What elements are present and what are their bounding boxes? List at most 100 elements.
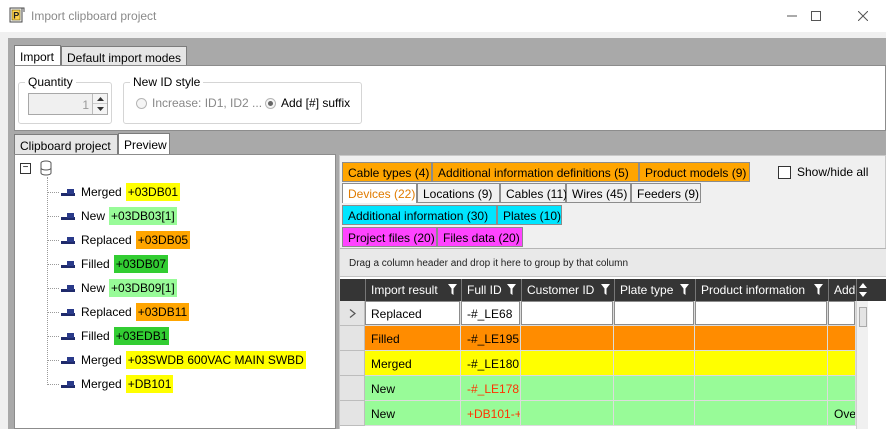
show-hide-all-checkbox[interactable]: Show/hide all xyxy=(778,165,868,179)
cell-plate-type[interactable] xyxy=(614,301,695,326)
radio-increase-id[interactable]: Increase: ID1, ID2 ... xyxy=(136,96,262,110)
category-tab[interactable]: Additional information definitions (5) xyxy=(432,162,639,182)
tab-clipboard-project-label: Clipboard project xyxy=(20,139,111,153)
quantity-stepper[interactable]: 1 xyxy=(28,93,108,115)
cell-product-information[interactable] xyxy=(695,401,828,426)
device-icon xyxy=(61,357,75,364)
header-full-id[interactable]: Full ID xyxy=(461,279,521,301)
filter-icon[interactable] xyxy=(680,284,689,295)
tree-item-id: +03DB09[1] xyxy=(109,279,177,297)
cell-customer-id[interactable] xyxy=(521,326,614,351)
device-tree[interactable]: − Merged +03DB01 New +03DB03[1] Replaced +03D… xyxy=(14,154,336,429)
cell-import-result[interactable]: Replaced xyxy=(365,301,461,326)
tree-item[interactable]: Filled +03EDB1 xyxy=(47,326,170,346)
tree-item[interactable]: Replaced +03DB05 xyxy=(47,230,191,250)
tree-item[interactable]: Filled +03DB07 xyxy=(47,254,169,274)
category-tab[interactable]: Locations (9) xyxy=(417,183,500,203)
tree-item[interactable]: Merged +03SWDB 600VAC MAIN SWBD xyxy=(47,350,306,370)
cell-additional[interactable] xyxy=(828,301,856,326)
cell-plate-type[interactable] xyxy=(614,401,695,426)
spin-up-button[interactable] xyxy=(93,94,107,104)
tab-clipboard-project[interactable]: Clipboard project xyxy=(14,134,118,154)
header-additional[interactable]: Add xyxy=(828,279,856,301)
spin-down-button[interactable] xyxy=(93,104,107,114)
row-selector[interactable] xyxy=(340,401,365,426)
collapse-toggle[interactable]: − xyxy=(20,163,31,174)
cell-customer-id[interactable] xyxy=(521,376,614,401)
maximize-button[interactable] xyxy=(793,0,839,32)
current-row-icon xyxy=(349,308,356,318)
tab-preview[interactable]: Preview xyxy=(118,133,170,154)
category-tab[interactable]: Cables (11) xyxy=(500,183,567,203)
header-sort-toggle[interactable] xyxy=(856,279,868,301)
tree-item-status: New xyxy=(81,209,106,223)
category-tab[interactable]: Wires (45) xyxy=(566,183,631,203)
tree-item[interactable]: New +03DB03[1] xyxy=(47,206,177,226)
cell-customer-id[interactable] xyxy=(521,401,614,426)
device-icon xyxy=(61,213,75,220)
cell-full-id-text: -#_LE178| xyxy=(467,382,521,396)
cell-customer-id[interactable] xyxy=(521,351,614,376)
tree-item-status: Filled xyxy=(81,257,110,271)
cell-plate-type[interactable] xyxy=(614,326,695,351)
cell-full-id[interactable]: -#_LE180 xyxy=(461,351,521,376)
cell-plate-type[interactable] xyxy=(614,351,695,376)
tree-item-id: +03DB05 xyxy=(135,231,191,249)
tree-item[interactable]: New +03DB09[1] xyxy=(47,278,177,298)
category-tab[interactable]: Project files (20) xyxy=(342,227,437,247)
cell-additional[interactable] xyxy=(828,376,856,401)
cell-customer-id[interactable] xyxy=(521,301,614,326)
tree-item[interactable]: Replaced +03DB11 xyxy=(47,302,190,322)
category-tab[interactable]: Plates (10) xyxy=(497,205,562,225)
devices-grid[interactable]: Drag a column header and drop it here to… xyxy=(340,248,886,429)
filter-icon[interactable] xyxy=(814,284,823,295)
cell-full-id[interactable]: -#_LE68 xyxy=(461,301,521,326)
tree-item[interactable]: Merged +03DB01 xyxy=(47,182,181,202)
category-tab[interactable]: Additional information (30) xyxy=(342,205,497,225)
cell-product-information[interactable] xyxy=(695,376,828,401)
cell-additional[interactable] xyxy=(828,326,856,351)
cell-product-information[interactable] xyxy=(695,301,828,326)
scroll-thumb[interactable] xyxy=(859,307,867,327)
radio-add-suffix[interactable]: Add [#] suffix xyxy=(265,96,350,110)
filter-icon[interactable] xyxy=(507,284,516,295)
category-tab[interactable]: Product models (9) xyxy=(639,162,750,182)
cell-additional[interactable] xyxy=(828,351,856,376)
row-selector[interactable] xyxy=(340,301,365,326)
category-tab[interactable]: Cable types (4) xyxy=(342,162,432,182)
device-icon xyxy=(61,189,75,196)
tree-connector xyxy=(47,335,59,337)
row-selector[interactable] xyxy=(340,376,365,401)
cell-import-result[interactable]: Merged xyxy=(365,351,461,376)
tab-import[interactable]: Import xyxy=(14,45,61,66)
cell-plate-type[interactable] xyxy=(614,376,695,401)
tree-item[interactable]: Merged +DB101 xyxy=(47,374,174,394)
category-tab[interactable]: Files data (20) xyxy=(437,227,523,247)
category-tab[interactable]: Devices (22) xyxy=(342,183,417,203)
grid-vertical-scrollbar[interactable] xyxy=(856,301,868,429)
project-p-icon: P xyxy=(9,7,25,23)
header-customer-id[interactable]: Customer ID xyxy=(521,279,614,301)
row-selector[interactable] xyxy=(340,351,365,376)
header-import-result[interactable]: Import result xyxy=(365,279,461,301)
tree-item-status: New xyxy=(81,281,106,295)
cell-import-result[interactable]: New xyxy=(365,376,461,401)
cell-product-information[interactable] xyxy=(695,351,828,376)
cell-import-result[interactable]: New xyxy=(365,401,461,426)
cell-full-id[interactable]: +DB101-+ xyxy=(461,401,521,426)
new-id-style-group: New ID style Increase: ID1, ID2 ... Add … xyxy=(123,75,362,124)
filter-icon[interactable] xyxy=(448,284,457,295)
filter-icon[interactable] xyxy=(601,284,610,295)
header-product-information[interactable]: Product information xyxy=(695,279,828,301)
row-selector[interactable] xyxy=(340,326,365,351)
tab-default-import-modes[interactable]: Default import modes xyxy=(61,46,187,66)
cell-import-result[interactable]: Filled xyxy=(365,326,461,351)
category-tab[interactable]: Feeders (9) xyxy=(631,183,701,203)
grid-header: Import result Full ID Customer ID Plate … xyxy=(340,279,886,301)
cell-additional[interactable]: Ove xyxy=(828,401,856,426)
cell-full-id[interactable]: -#_LE195 xyxy=(461,326,521,351)
close-button[interactable] xyxy=(840,0,886,32)
header-plate-type[interactable]: Plate type xyxy=(614,279,695,301)
cell-full-id[interactable]: -#_LE178| xyxy=(461,376,521,401)
cell-product-information[interactable] xyxy=(695,326,828,351)
